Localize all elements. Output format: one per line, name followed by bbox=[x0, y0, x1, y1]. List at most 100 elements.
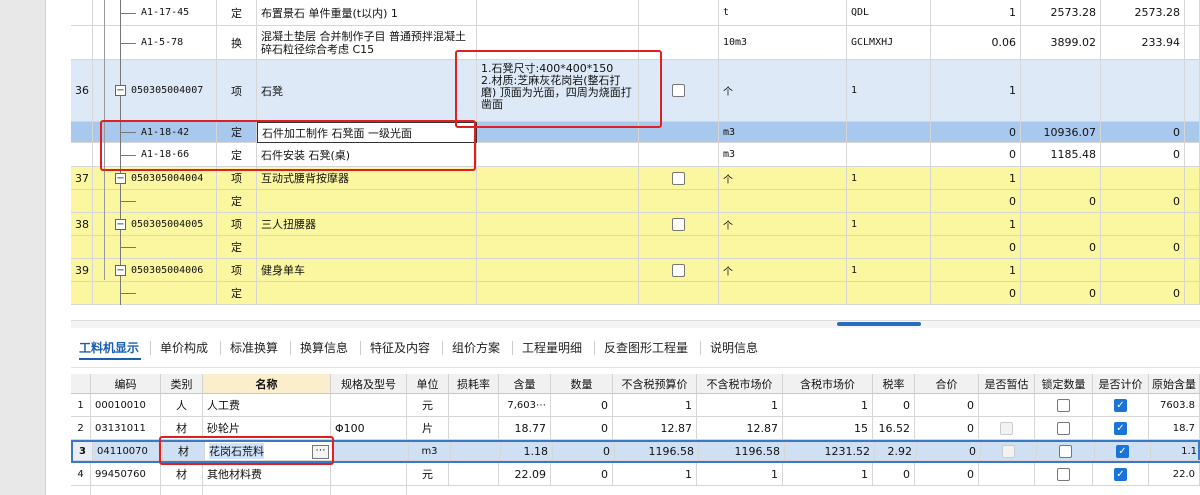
col-quantity[interactable]: 数量 bbox=[551, 374, 613, 394]
qty-expr-cell[interactable]: QDL bbox=[847, 0, 931, 26]
name-input-value[interactable]: 花岗石荒料 bbox=[209, 443, 264, 459]
col-tax-market-price[interactable]: 含税市场价 bbox=[783, 374, 873, 394]
unit-cell[interactable]: t bbox=[719, 0, 847, 26]
code-cell[interactable]: A1-17-45 bbox=[93, 0, 217, 26]
code-cell[interactable] bbox=[93, 190, 217, 213]
qty-cell[interactable]: 1 bbox=[931, 167, 1021, 190]
original-content-cell[interactable]: 18.7 bbox=[1149, 417, 1200, 440]
price-cell[interactable] bbox=[1021, 259, 1101, 282]
col-unit[interactable]: 单位 bbox=[407, 374, 449, 394]
type-cell[interactable]: 项 bbox=[217, 167, 257, 190]
col-total[interactable]: 合价 bbox=[915, 374, 979, 394]
name-cell[interactable]: 其他材料费 bbox=[203, 463, 331, 486]
unit-cell[interactable]: 片 bbox=[407, 417, 449, 440]
code-cell[interactable]: 00010010 bbox=[91, 394, 161, 417]
loss-cell[interactable] bbox=[449, 394, 499, 417]
market-price-cell[interactable]: 1 bbox=[697, 463, 783, 486]
price-cell[interactable]: 1185.48 bbox=[1021, 143, 1101, 167]
tab-conversion-info[interactable]: 换算信息 bbox=[300, 339, 348, 356]
name-cell[interactable]: 砂轮片 bbox=[203, 417, 331, 440]
unit-cell[interactable] bbox=[719, 190, 847, 213]
unit-cell[interactable]: 个 bbox=[719, 259, 847, 282]
type-cell[interactable]: 定 bbox=[217, 143, 257, 167]
code-cell[interactable]: 04110070 bbox=[93, 442, 163, 461]
total-cell[interactable]: 233.94 bbox=[1101, 26, 1185, 60]
category-cell[interactable]: 人 bbox=[161, 394, 203, 417]
tax-market-price-cell[interactable]: 1 bbox=[783, 463, 873, 486]
col-lock-qty[interactable]: 锁定数量 bbox=[1035, 374, 1093, 394]
qty-expr-cell[interactable]: 1 bbox=[847, 213, 931, 236]
name-cell[interactable] bbox=[257, 236, 477, 259]
lock-qty-checkbox[interactable] bbox=[1057, 467, 1070, 481]
code-cell[interactable]: A1-18-42 bbox=[93, 122, 217, 143]
qty-expr-cell[interactable] bbox=[847, 282, 931, 305]
name-cell-editing[interactable]: 花岗石荒料 ⋯ bbox=[205, 442, 333, 461]
price-cell[interactable]: 0 bbox=[1021, 236, 1101, 259]
quantity-cell[interactable]: 0 bbox=[553, 442, 615, 461]
budget-price-cell[interactable]: 1 bbox=[613, 463, 697, 486]
type-cell[interactable]: 定 bbox=[217, 122, 257, 143]
qty-cell[interactable]: 0 bbox=[931, 122, 1021, 143]
total-cell[interactable]: 0 bbox=[1101, 236, 1185, 259]
priced-checkbox-checked[interactable]: ✓ bbox=[1114, 421, 1127, 435]
code-cell[interactable]: 050305004006 bbox=[93, 259, 217, 282]
budget-price-cell[interactable]: 12.87 bbox=[613, 417, 697, 440]
more-options-button[interactable]: ⋯ bbox=[312, 445, 329, 459]
loss-cell[interactable] bbox=[451, 442, 501, 461]
qty-cell[interactable]: 0 bbox=[931, 143, 1021, 167]
tab-unit-price[interactable]: 单价构成 bbox=[160, 339, 208, 356]
type-cell[interactable]: 定 bbox=[217, 282, 257, 305]
unit-cell[interactable]: 10m3 bbox=[719, 26, 847, 60]
name-cell[interactable]: 人工费 bbox=[203, 394, 331, 417]
price-cell[interactable] bbox=[1021, 213, 1101, 236]
quantity-cell[interactable]: 0 bbox=[551, 417, 613, 440]
content-cell[interactable]: 7,603⋯ bbox=[499, 394, 551, 417]
collapse-icon[interactable]: − bbox=[115, 265, 126, 276]
tab-features[interactable]: 特征及内容 bbox=[370, 339, 430, 356]
total-cell[interactable]: 0 bbox=[915, 417, 979, 440]
table-row[interactable]: A1-5-78 换 混凝土垫层 合并制作子目 普通预拌混凝土 碎石粒径综合考虑 … bbox=[71, 26, 1200, 60]
qty-expr-cell[interactable] bbox=[847, 143, 931, 167]
content-cell[interactable]: 1.18 bbox=[501, 442, 553, 461]
unit-cell[interactable]: 元 bbox=[407, 394, 449, 417]
col-code[interactable]: 编码 bbox=[91, 374, 161, 394]
price-cell[interactable] bbox=[1021, 167, 1101, 190]
collapse-icon[interactable]: − bbox=[115, 219, 126, 230]
qty-expr-cell[interactable]: 1 bbox=[847, 167, 931, 190]
category-cell[interactable]: 材 bbox=[161, 417, 203, 440]
tax-rate-cell[interactable]: 0 bbox=[873, 463, 915, 486]
price-cell[interactable]: 0 bbox=[1021, 190, 1101, 213]
market-price-cell[interactable]: 1196.58 bbox=[699, 442, 785, 461]
table-row[interactable]: 定 0 0 0 bbox=[71, 190, 1200, 213]
unit-cell[interactable] bbox=[719, 282, 847, 305]
type-cell[interactable]: 定 bbox=[217, 236, 257, 259]
qty-expr-cell[interactable]: GCLMXHJ bbox=[847, 26, 931, 60]
price-cell[interactable]: 10936.07 bbox=[1021, 122, 1101, 143]
price-cell[interactable]: 2573.28 bbox=[1021, 0, 1101, 26]
loss-cell[interactable] bbox=[449, 463, 499, 486]
spec-cell[interactable] bbox=[333, 442, 409, 461]
collapse-icon[interactable]: − bbox=[115, 173, 126, 184]
tax-rate-cell[interactable]: 16.52 bbox=[873, 417, 915, 440]
unit-cell[interactable]: m3 bbox=[719, 122, 847, 143]
code-cell[interactable]: 050305004005 bbox=[93, 213, 217, 236]
budget-price-cell[interactable]: 1196.58 bbox=[615, 442, 699, 461]
type-cell[interactable]: 定 bbox=[217, 0, 257, 26]
qty-expr-cell[interactable]: 1 bbox=[847, 60, 931, 122]
tax-rate-cell[interactable]: 0 bbox=[873, 394, 915, 417]
price-cell[interactable]: 0 bbox=[1021, 282, 1101, 305]
code-cell[interactable]: 050305004007 bbox=[93, 60, 217, 122]
original-content-cell[interactable]: 22.0 bbox=[1149, 463, 1200, 486]
budget-price-cell[interactable]: 1 bbox=[613, 394, 697, 417]
code-cell[interactable]: A1-5-78 bbox=[93, 26, 217, 60]
name-cell[interactable]: 健身单车 bbox=[257, 259, 477, 282]
qty-cell[interactable]: 1 bbox=[931, 60, 1021, 122]
original-content-cell[interactable]: 7603.8 bbox=[1149, 394, 1200, 417]
col-budget-price[interactable]: 不含税预算价 bbox=[613, 374, 697, 394]
splitter[interactable] bbox=[71, 320, 1200, 328]
tab-pricing-plan[interactable]: 组价方案 bbox=[452, 339, 500, 356]
total-cell[interactable]: 0 bbox=[915, 394, 979, 417]
name-cell[interactable]: 石凳 bbox=[257, 60, 477, 122]
unit-cell[interactable]: m3 bbox=[409, 442, 451, 461]
qty-cell[interactable]: 1 bbox=[931, 0, 1021, 26]
